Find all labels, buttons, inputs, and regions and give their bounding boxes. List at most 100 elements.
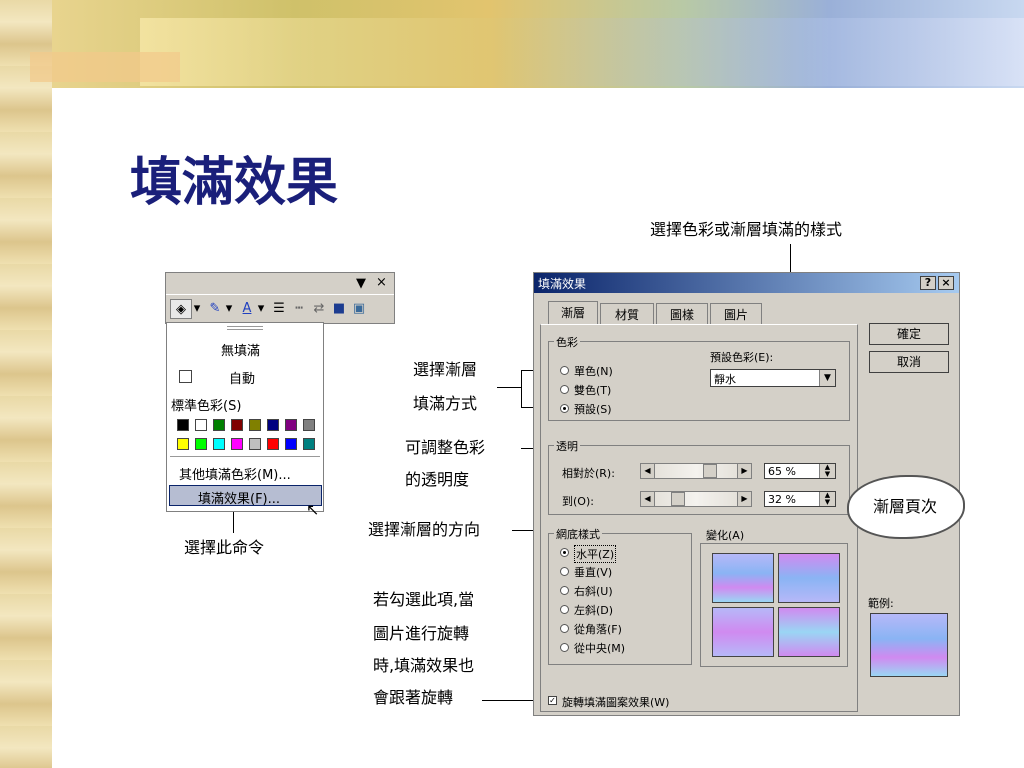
spinner-icon[interactable]: ▲ ▼ [819,464,835,478]
color-swatch[interactable] [177,419,189,431]
caption-rotate-1: 若勾選此項,當 [373,590,475,609]
font-color-icon[interactable]: A [238,299,256,319]
chevron-down-icon[interactable]: ▼ [356,276,366,291]
rotate-checkbox[interactable]: ✓ [548,696,557,705]
tab-gradient[interactable]: 漸層 [548,301,598,325]
toolbar-titlebar: ▼ × [166,273,394,295]
radio-preset-label: 預設(S) [574,403,612,416]
3d-icon[interactable]: ▣ [350,299,368,319]
preset-colors-select[interactable]: 靜水 ▼ [710,369,836,387]
line-style-icon[interactable]: ☰ [270,299,288,319]
fill-color-icon[interactable]: ◈ [170,299,192,319]
from-spinner[interactable]: 65 % ▲ ▼ [764,463,836,479]
color-swatch[interactable] [177,438,189,450]
rotate-checkbox-label: 旋轉填滿圖案效果(W) [562,696,670,709]
sample-preview [870,613,948,677]
menu-item-auto[interactable]: 自動 [229,368,255,387]
tab-picture[interactable]: 圖片 [710,303,762,325]
arrow-right-icon[interactable]: ▶ [737,464,751,478]
caption-adjust-1: 可調整色彩 [405,438,486,457]
menu-item-fill-effects[interactable]: 填滿效果(F)... [169,485,322,507]
shading-radio[interactable] [560,567,569,576]
shading-radio[interactable] [560,643,569,652]
from-slider[interactable]: ◀ ▶ [640,463,752,479]
shading-radio[interactable] [560,586,569,595]
shading-radio-label: 垂直(V) [574,566,613,579]
transparency-group-label: 透明 [554,438,580,454]
variant-4[interactable] [778,607,840,657]
color-swatch[interactable] [303,438,315,450]
menu-item-other-colors[interactable]: 其他填滿色彩(M)... [179,464,291,483]
fill-effects-label: 填滿效果(F)... [198,492,281,507]
ok-button[interactable]: 確定 [869,323,949,345]
color-swatch[interactable] [231,438,243,450]
chevron-down-icon[interactable]: ▼ [819,370,835,386]
to-slider[interactable]: ◀ ▶ [640,491,752,507]
tab-pattern[interactable]: 圖樣 [656,303,708,325]
shading-radio[interactable] [560,624,569,633]
color-swatch[interactable] [267,438,279,450]
cancel-button[interactable]: 取消 [869,351,949,373]
tab-texture[interactable]: 材質 [600,303,654,325]
dropdown-arrow-icon[interactable]: ▾ [224,299,234,319]
header-banner-overlay [140,18,1024,86]
color-swatch[interactable] [249,438,261,450]
help-button[interactable]: ? [920,276,936,290]
spinner-icon[interactable]: ▲ ▼ [819,492,835,506]
slide-title: 填滿效果 [130,152,339,213]
shading-radio-label: 從中央(M) [574,642,626,655]
shading-radio[interactable] [560,548,569,557]
caption-rotate-2: 圖片進行旋轉 [373,624,470,643]
drawing-toolbar: ▼ × ◈ ▾ ✎ ▾ A ▾ ☰ ┅ ⇄ ■ ▣ [165,272,395,324]
radio-one-color[interactable] [560,366,569,375]
arrow-style-icon[interactable]: ⇄ [310,299,328,319]
arrow-right-icon[interactable]: ▶ [737,492,751,506]
arrow-left-icon[interactable]: ◀ [641,464,655,478]
dash-style-icon[interactable]: ┅ [290,299,308,319]
radio-one-color-label: 單色(N) [574,365,613,378]
color-swatch[interactable] [213,438,225,450]
color-swatch[interactable] [285,419,297,431]
dropdown-arrow-icon[interactable]: ▾ [192,299,202,319]
variant-3[interactable] [712,607,774,657]
variant-2[interactable] [778,553,840,603]
close-button[interactable]: × [938,276,954,290]
color-swatch[interactable] [303,419,315,431]
mouse-cursor-icon: ↖ [306,500,320,519]
dropdown-arrow-icon[interactable]: ▾ [256,299,266,319]
shading-radio-label: 從角落(F) [574,623,622,636]
caption-direction: 選擇漸層的方向 [368,520,481,539]
to-spinner[interactable]: 32 % ▲ ▼ [764,491,836,507]
color-swatch[interactable] [213,419,225,431]
menu-item-no-fill[interactable]: 無填滿 [221,340,260,359]
color-swatch[interactable] [249,419,261,431]
preset-value: 靜水 [714,373,736,386]
close-icon[interactable]: × [376,275,387,290]
radio-two-colors[interactable] [560,385,569,394]
shading-radio-label: 左斜(D) [574,604,614,617]
radio-preset[interactable] [560,404,569,413]
color-swatch[interactable] [195,438,207,450]
cloud-text: 漸層頁次 [873,497,938,516]
from-value: 65 % [768,465,796,478]
menu-divider [170,456,320,457]
arrow-left-icon[interactable]: ◀ [641,492,655,506]
color-swatch[interactable] [285,438,297,450]
from-label: 相對於(R): [562,467,615,480]
color-swatch[interactable] [231,419,243,431]
caption-gradient-2: 填滿方式 [413,394,478,413]
color-swatch[interactable] [267,419,279,431]
shadow-icon[interactable]: ■ [330,299,348,319]
header-accent [30,52,180,82]
color-swatch[interactable] [195,419,207,431]
to-slider-thumb[interactable] [671,492,685,506]
line-color-icon[interactable]: ✎ [206,299,224,319]
dialog-title: 填滿效果 [538,277,587,291]
shading-radio[interactable] [560,605,569,614]
color-group-label: 色彩 [554,334,580,350]
caption-choose-cmd: 選擇此命令 [184,538,265,557]
variants-label: 變化(A) [706,529,745,542]
connector-line [497,387,521,388]
from-slider-thumb[interactable] [703,464,717,478]
variant-1[interactable] [712,553,774,603]
